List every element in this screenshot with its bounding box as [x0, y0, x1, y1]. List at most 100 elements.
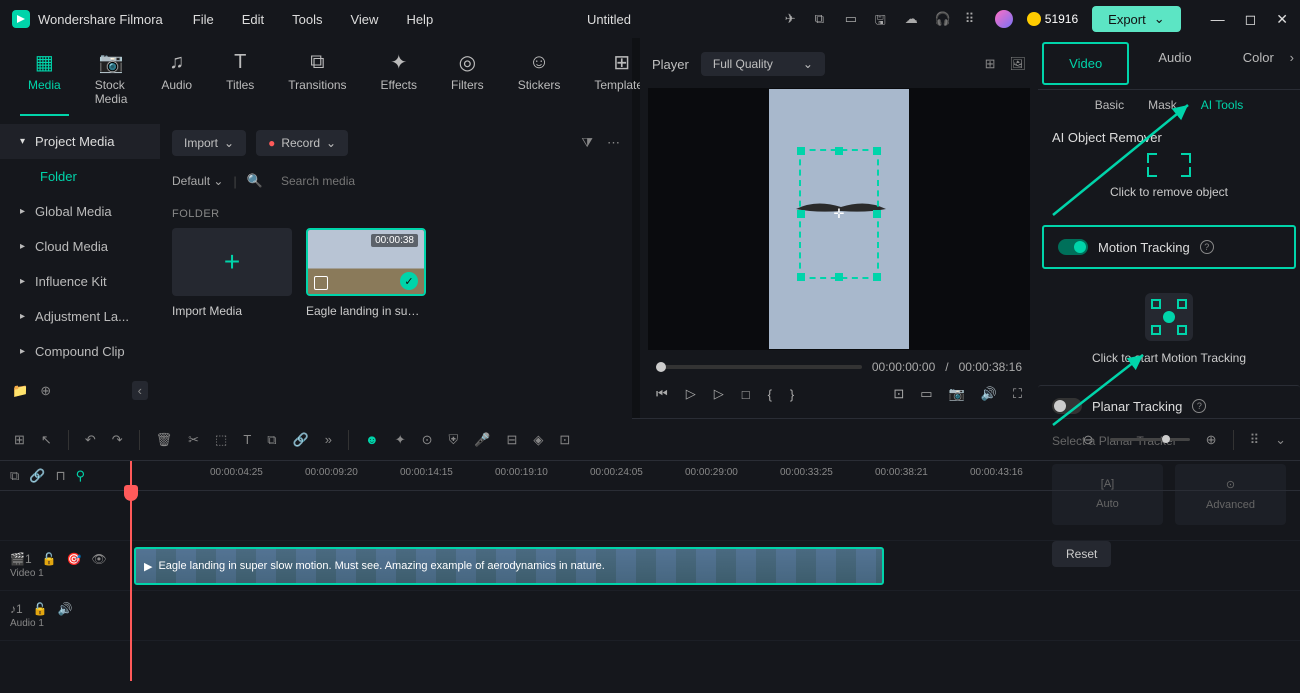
menu-help[interactable]: Help	[406, 12, 433, 27]
audio-track-1[interactable]: ♪1 🔓 🔊 Audio 1	[0, 591, 1300, 641]
crop-icon[interactable]: ⊡	[893, 386, 904, 402]
next-tab-icon[interactable]: ›	[1290, 50, 1294, 65]
track-link-icon[interactable]: 🔗	[29, 468, 45, 484]
credits-display[interactable]: 51916	[1027, 12, 1078, 26]
ai-icon[interactable]: ☻	[365, 432, 379, 447]
sidebar-cloud-media[interactable]: ▸Cloud Media	[0, 229, 160, 264]
zoom-slider[interactable]	[1110, 438, 1190, 441]
lock-icon[interactable]: 🔓	[33, 602, 48, 616]
menu-edit[interactable]: Edit	[242, 12, 264, 27]
view-options-icon[interactable]: ⠿	[1250, 432, 1260, 448]
subtab-basic[interactable]: Basic	[1095, 98, 1124, 112]
cut-icon[interactable]: ✂	[188, 432, 199, 448]
tab-audio[interactable]: ♫Audio	[153, 46, 200, 116]
more-icon[interactable]: ⋯	[607, 135, 620, 151]
shield-icon[interactable]: ⛨	[449, 432, 459, 448]
mic-icon[interactable]: 🎤	[474, 432, 490, 448]
search-input[interactable]	[273, 170, 620, 192]
tracker-box[interactable]: ✛	[799, 149, 879, 279]
volume-icon[interactable]: 🔊	[981, 386, 997, 402]
playhead[interactable]	[130, 461, 132, 681]
cloud-icon[interactable]: ☁	[905, 11, 921, 27]
help-icon[interactable]: ?	[1192, 399, 1206, 413]
crop-tool-icon[interactable]: ⬚	[215, 432, 227, 448]
filter-icon[interactable]: ⧩	[581, 135, 593, 151]
mark-in-icon[interactable]: {	[768, 387, 772, 402]
grid-view-icon[interactable]: ⊞	[985, 56, 996, 72]
preview-scrubber[interactable]	[656, 365, 862, 369]
send-icon[interactable]: ✈	[785, 11, 801, 27]
link-icon[interactable]: 🔗	[293, 432, 309, 448]
tab-filters[interactable]: ◎Filters	[443, 46, 492, 116]
sidebar-project-media[interactable]: ▾Project Media	[0, 124, 160, 159]
props-tab-audio[interactable]: Audio	[1133, 38, 1216, 89]
visibility-icon[interactable]: 👁	[92, 552, 107, 566]
video-track-1[interactable]: 🎬1 🔓 🎯 👁 Video 1 ▶ Eagle landing in supe…	[0, 541, 1300, 591]
layout-icon[interactable]: ⊞	[14, 432, 25, 448]
menu-view[interactable]: View	[350, 12, 378, 27]
zoom-in-icon[interactable]: ⊕	[1206, 432, 1217, 448]
apps-icon[interactable]: ⠿	[965, 11, 981, 27]
tab-effects[interactable]: ✦Effects	[373, 46, 425, 116]
tab-titles[interactable]: TTitles	[218, 46, 262, 116]
timeline-more-icon[interactable]: ⌄	[1275, 432, 1286, 448]
planar-tracking-toggle[interactable]	[1052, 398, 1082, 414]
remove-target-icon[interactable]	[1147, 159, 1191, 177]
import-button[interactable]: Import⌄	[172, 130, 246, 156]
preview-canvas[interactable]: ✛	[648, 88, 1030, 350]
avatar-icon[interactable]	[995, 10, 1013, 28]
stop-icon[interactable]: □	[742, 387, 750, 402]
record-button[interactable]: ●Record⌄	[256, 130, 348, 156]
text-tool-icon[interactable]: T	[243, 432, 251, 447]
track-copy-icon[interactable]: ⧉	[10, 468, 19, 484]
screen-icon[interactable]: ▭	[845, 11, 861, 27]
sidebar-compound-clip[interactable]: ▸Compound Clip	[0, 334, 160, 369]
menu-tools[interactable]: Tools	[292, 12, 322, 27]
speed-icon[interactable]: ⊙	[422, 432, 433, 448]
media-clip-eagle[interactable]: 00:00:38 ✓ Eagle landing in super...	[306, 228, 426, 318]
zoom-out-icon[interactable]: ⊖	[1083, 432, 1094, 448]
tab-stock-media[interactable]: 📷Stock Media	[87, 46, 136, 116]
play-back-icon[interactable]: ▷	[686, 386, 696, 402]
display-icon[interactable]: ▭	[920, 386, 932, 402]
subtab-ai-tools[interactable]: AI Tools	[1201, 98, 1243, 112]
props-tab-video[interactable]: Video	[1042, 42, 1129, 85]
sidebar-influence-kit[interactable]: ▸Influence Kit	[0, 264, 160, 299]
mark-out-icon[interactable]: }	[790, 387, 794, 402]
snapshot-icon[interactable]: 📷	[949, 386, 965, 402]
sidebar-global-media[interactable]: ▸Global Media	[0, 194, 160, 229]
lock-icon[interactable]: 🔓	[42, 552, 57, 566]
start-motion-tracking[interactable]: Click to start Motion Tracking	[1038, 273, 1300, 385]
minimize-button[interactable]: —	[1211, 11, 1225, 28]
device-icon[interactable]: ⧉	[815, 11, 831, 27]
image-view-icon[interactable]: 🖼	[1009, 56, 1026, 72]
copy-icon[interactable]: ⧉	[267, 432, 276, 448]
motion-tracking-toggle[interactable]	[1058, 239, 1088, 255]
props-tab-color[interactable]: Color	[1217, 38, 1300, 89]
prev-frame-icon[interactable]: ⏮	[656, 386, 668, 402]
undo-icon[interactable]: ↶	[85, 432, 96, 448]
new-folder-icon[interactable]: 📁	[12, 383, 28, 399]
track-magnet-icon[interactable]: ⊓	[55, 468, 65, 484]
track-spacer[interactable]	[0, 491, 1300, 541]
delete-icon[interactable]: 🗑	[156, 432, 173, 448]
sidebar-folder[interactable]: Folder	[0, 159, 160, 194]
quality-dropdown[interactable]: Full Quality⌄	[701, 52, 825, 76]
track-auto-icon[interactable]: ⚲	[76, 468, 86, 484]
cursor-icon[interactable]: ↖	[41, 432, 52, 448]
timeline-clip-eagle[interactable]: ▶ Eagle landing in super slow motion. Mu…	[134, 547, 884, 585]
tab-media[interactable]: ▦Media	[20, 46, 69, 116]
collapse-sidebar-icon[interactable]: ‹	[132, 381, 148, 400]
redo-icon[interactable]: ↷	[112, 432, 123, 448]
speaker-icon[interactable]: 🔊	[58, 602, 73, 616]
timeline-ruler[interactable]: 00:00:04:25 00:00:09:20 00:00:14:15 00:0…	[130, 461, 1300, 490]
group-icon[interactable]: ⊡	[559, 432, 570, 448]
subtab-mask[interactable]: Mask	[1148, 98, 1177, 112]
marker-icon[interactable]: ◈	[533, 432, 543, 448]
maximize-button[interactable]: ◻	[1245, 11, 1257, 28]
import-media-tile[interactable]: + Import Media	[172, 228, 292, 318]
more-tools-icon[interactable]: »	[325, 432, 332, 447]
new-bin-icon[interactable]: ⊕	[40, 383, 51, 399]
play-icon[interactable]: ▷	[714, 386, 724, 402]
tab-transitions[interactable]: ⧉Transitions	[280, 46, 354, 116]
